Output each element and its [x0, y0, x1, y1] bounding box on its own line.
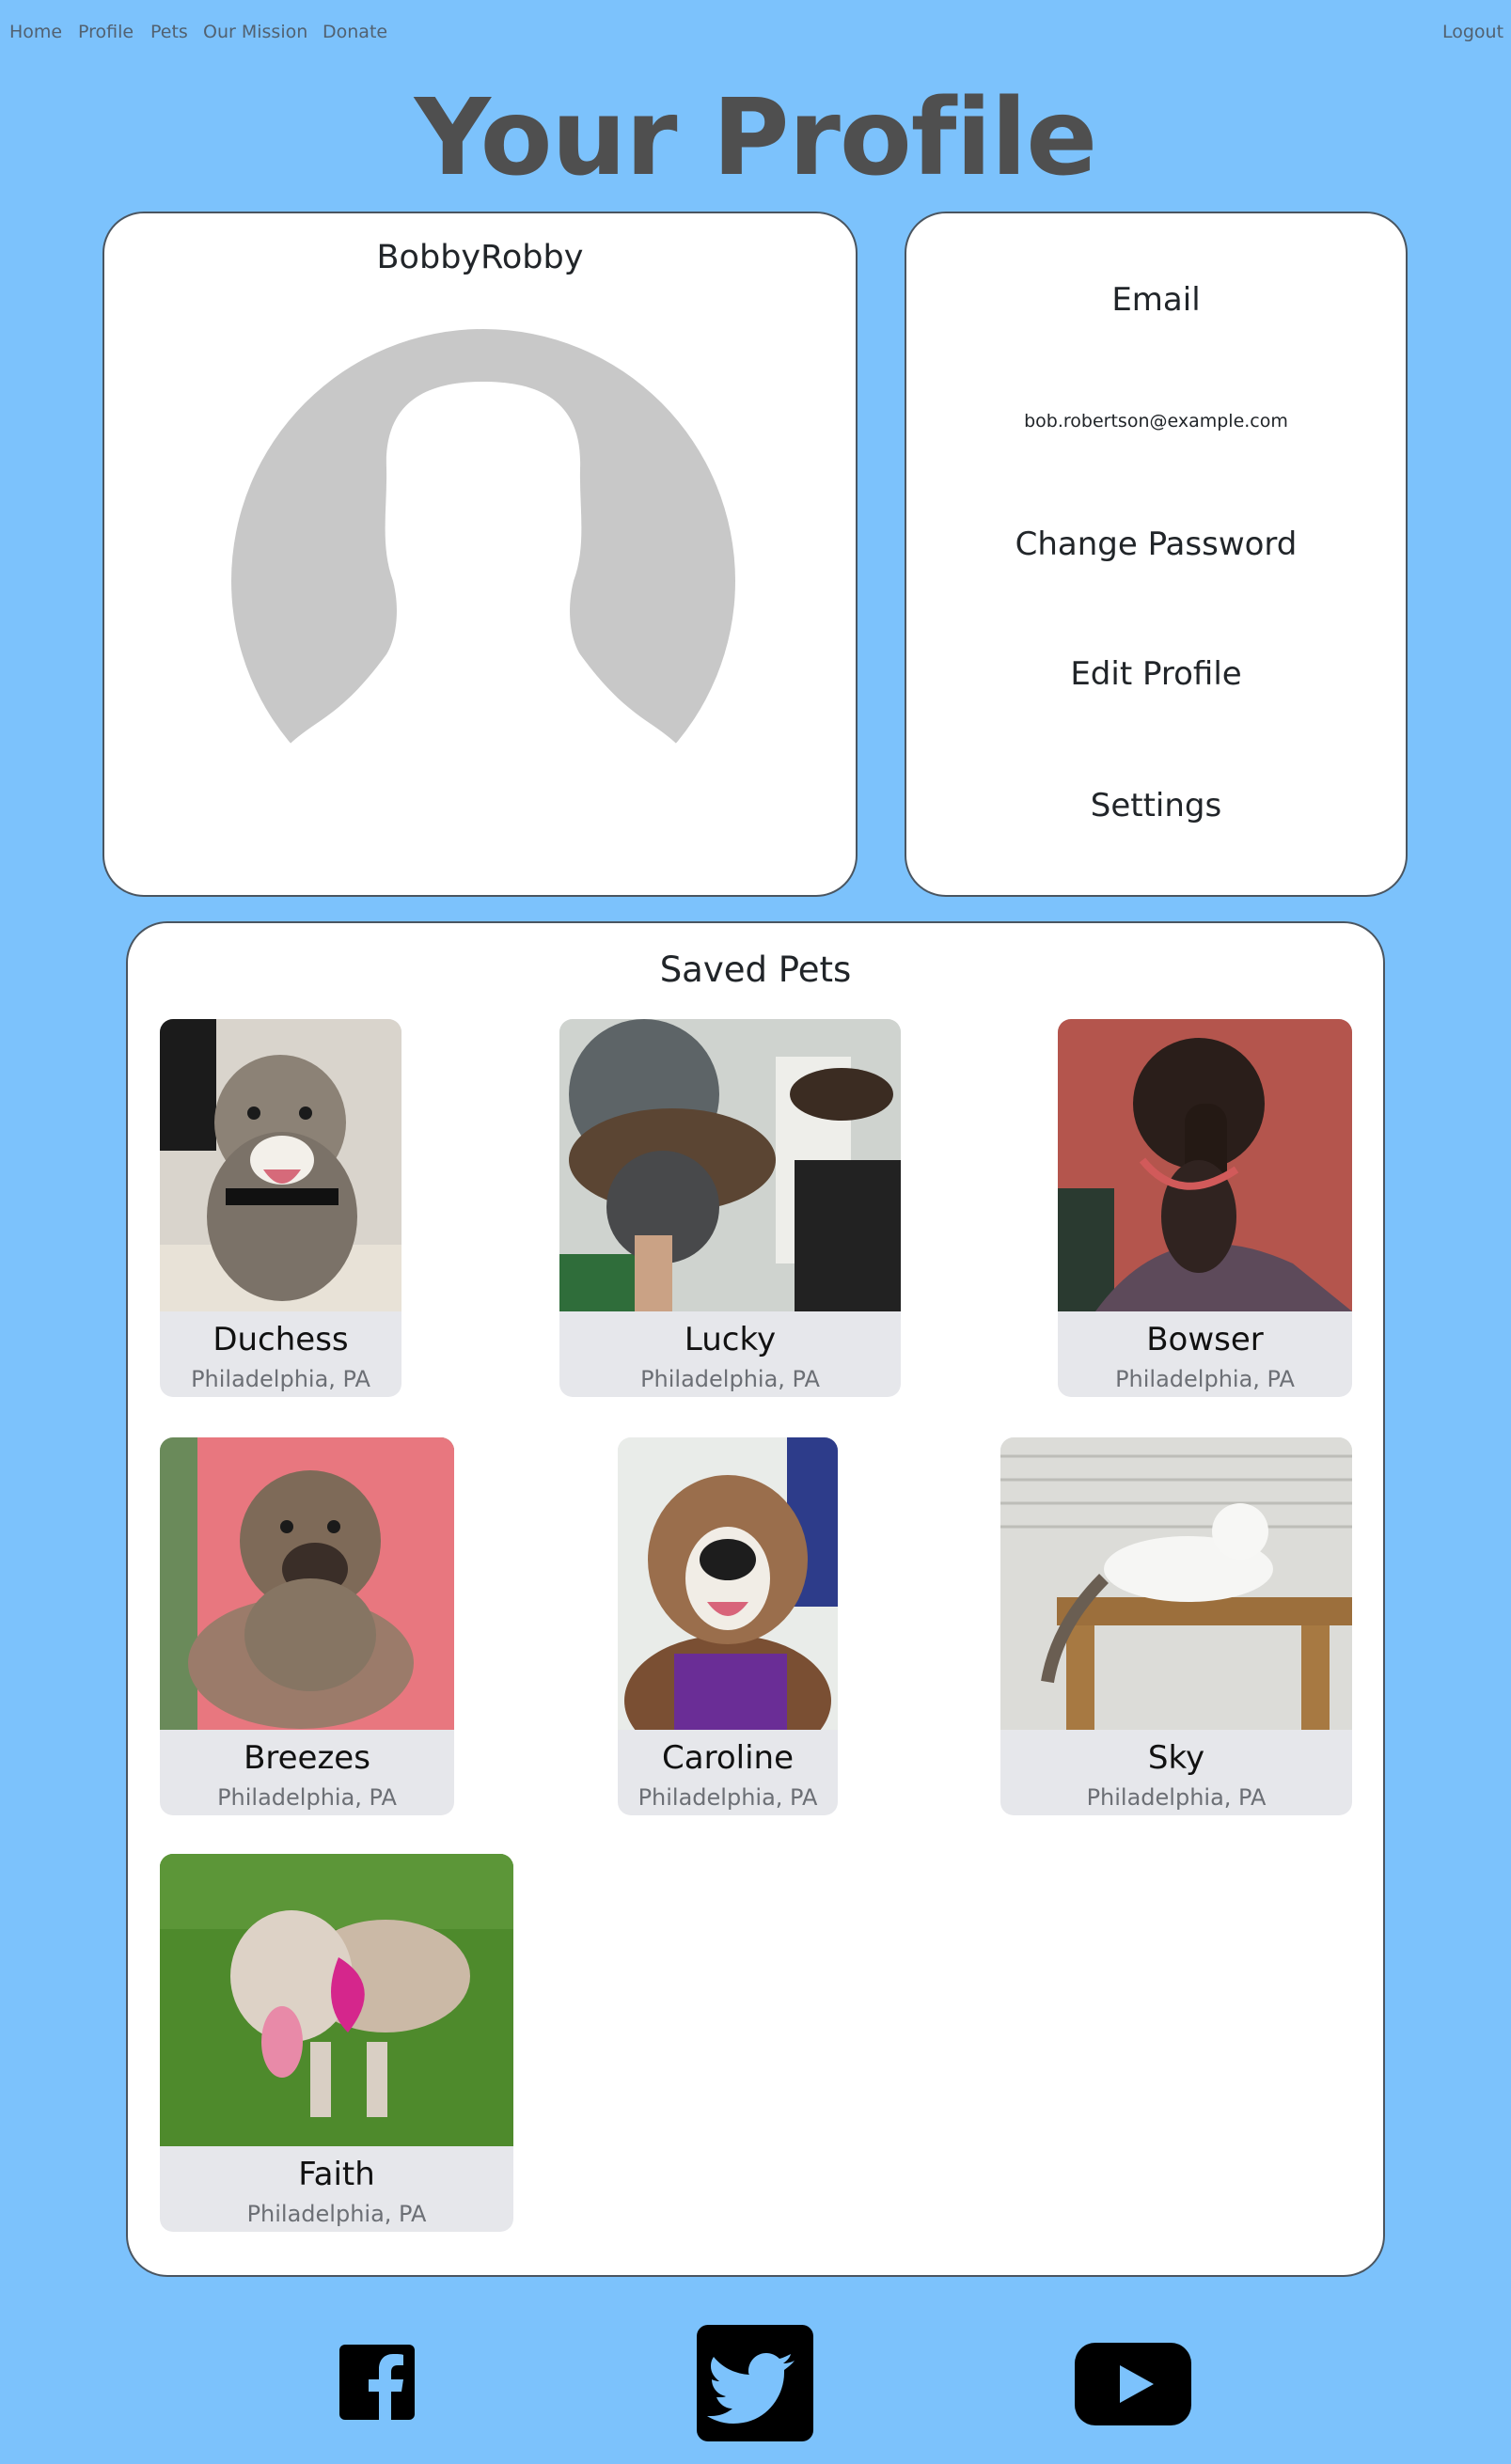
saved-pets-card: Saved Pets Duchess Philadelphia, PA Luck… [126, 921, 1385, 2277]
change-password-link[interactable]: Change Password [906, 522, 1406, 567]
pet-name: Breezes [244, 1739, 370, 1777]
pet-card[interactable]: Duchess Philadelphia, PA [160, 1019, 401, 1397]
pet-photo [160, 1854, 513, 2146]
pet-photo [1000, 1437, 1352, 1730]
pet-name: Faith [298, 2156, 375, 2193]
pet-card[interactable]: Faith Philadelphia, PA [160, 1854, 513, 2232]
settings-link[interactable]: Settings [906, 783, 1406, 828]
youtube-icon[interactable] [1075, 2343, 1191, 2425]
pet-photo [160, 1437, 454, 1730]
nav-donate-link[interactable]: Donate [323, 22, 387, 42]
nav-profile-link[interactable]: Profile [78, 22, 134, 42]
twitter-icon[interactable] [697, 2325, 813, 2441]
email-label: Email [1111, 281, 1201, 319]
pet-name: Duchess [212, 1321, 349, 1358]
pet-card[interactable]: Caroline Philadelphia, PA [618, 1437, 838, 1815]
avatar-silhouette [231, 329, 735, 833]
profile-card: BobbyRobby [102, 212, 858, 897]
pet-name: Bowser [1146, 1321, 1264, 1358]
pet-location: Philadelphia, PA [640, 1366, 820, 1392]
pet-photo [618, 1437, 838, 1730]
pet-location: Philadelphia, PA [191, 1366, 370, 1392]
pet-name: Caroline [662, 1739, 794, 1777]
nav-pets-link[interactable]: Pets [150, 22, 188, 42]
username: BobbyRobby [376, 239, 584, 276]
pet-card[interactable]: Breezes Philadelphia, PA [160, 1437, 454, 1815]
email-value: bob.robertson@example.com [1024, 411, 1288, 432]
pet-name: Lucky [684, 1321, 777, 1358]
pet-location: Philadelphia, PA [1115, 1366, 1295, 1392]
saved-pets-title: Saved Pets [659, 950, 852, 990]
pet-location: Philadelphia, PA [637, 1784, 818, 1811]
nav-home-link[interactable]: Home [9, 22, 62, 42]
pet-card[interactable]: Bowser Philadelphia, PA [1058, 1019, 1352, 1397]
account-card: Email bob.robertson@example.com Change P… [905, 212, 1408, 897]
top-nav: Home Profile Pets Our Mission Donate Log… [0, 0, 1511, 68]
pet-photo [559, 1019, 901, 1311]
page-title: Your Profile [414, 77, 1097, 199]
pet-photo [160, 1019, 401, 1311]
pet-location: Philadelphia, PA [217, 1784, 397, 1811]
pet-card[interactable]: Sky Philadelphia, PA [1000, 1437, 1352, 1815]
nav-logout-link[interactable]: Logout [1442, 22, 1503, 42]
pet-location: Philadelphia, PA [1086, 1784, 1267, 1811]
avatar [231, 329, 735, 833]
pet-name: Sky [1147, 1739, 1205, 1777]
pet-photo [1058, 1019, 1352, 1311]
pet-location: Philadelphia, PA [246, 2201, 427, 2227]
edit-profile-link[interactable]: Edit Profile [906, 651, 1406, 697]
pet-card[interactable]: Lucky Philadelphia, PA [559, 1019, 901, 1397]
nav-mission-link[interactable]: Our Mission [203, 22, 307, 42]
facebook-icon[interactable] [339, 2345, 415, 2420]
